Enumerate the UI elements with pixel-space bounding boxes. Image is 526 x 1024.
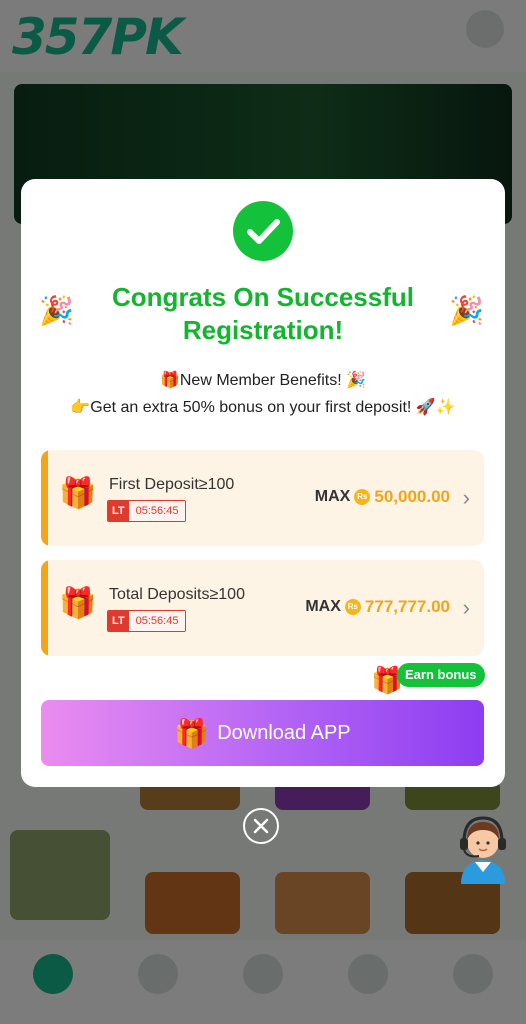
timer-value: 05:56:45 (128, 611, 186, 631)
party-popper-icon: 🎉 (449, 295, 484, 326)
card-accent-bar (41, 560, 48, 656)
rupee-coin-icon: Rs (354, 489, 371, 505)
timer-tag: LT (108, 611, 129, 631)
card-label: First Deposit≥100 (109, 476, 235, 493)
total-deposits-card[interactable]: 🎁 Total Deposits≥100 LT 05:56:45 MAX Rs … (41, 560, 484, 656)
card-label: Total Deposits≥100 (109, 586, 245, 603)
party-popper-icon: 🎉 (39, 295, 74, 326)
timer-tag: LT (108, 501, 129, 521)
card-accent-bar (41, 450, 48, 546)
timer-value: 05:56:45 (128, 501, 186, 521)
download-app-label: Download APP (217, 721, 351, 744)
download-app-button[interactable]: 🎁 Download APP (41, 700, 484, 766)
chevron-right-icon[interactable]: › (463, 595, 470, 621)
checkmark-circle-icon (233, 201, 293, 261)
max-amount: 50,000.00 (374, 487, 450, 506)
modal-title: Congrats On Successful Registration! (112, 282, 414, 345)
max-label: MAX (314, 488, 351, 505)
customer-support-icon[interactable] (453, 812, 513, 884)
gift-icon: 🎁 (174, 717, 210, 749)
gift-box-icon: 🎁 (59, 587, 97, 620)
first-deposit-card[interactable]: 🎁 First Deposit≥100 LT 05:56:45 MAX Rs 5… (41, 450, 484, 546)
countdown-timer: LT 05:56:45 (107, 610, 187, 632)
max-amount: 777,777.00 (364, 597, 450, 616)
rupee-coin-icon: Rs (344, 599, 361, 615)
chevron-right-icon[interactable]: › (463, 485, 470, 511)
benefit-line-2: 👉Get an extra 50% bonus on your first de… (70, 399, 456, 416)
gift-box-icon: 🎁 (59, 477, 97, 510)
max-reward: MAX Rs 50,000.00 (315, 487, 450, 507)
close-icon[interactable] (243, 808, 279, 844)
benefit-line-1: 🎁New Member Benefits! 🎉 (159, 372, 367, 389)
registration-success-modal: 🎉 🎉 Congrats On Successful Registration!… (21, 179, 505, 787)
max-label: MAX (305, 598, 341, 615)
countdown-timer: LT 05:56:45 (107, 500, 187, 522)
max-reward: MAX Rs 777,777.00 (305, 597, 450, 617)
earn-bonus-badge[interactable]: Earn bonus (397, 663, 485, 687)
